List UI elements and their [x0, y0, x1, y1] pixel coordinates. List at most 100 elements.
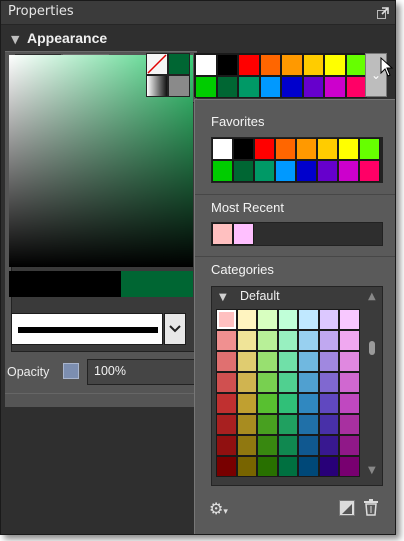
category-swatch[interactable]: [236, 330, 257, 351]
category-swatch[interactable]: [339, 435, 360, 456]
category-swatch[interactable]: [216, 351, 237, 372]
category-swatch[interactable]: [298, 351, 319, 372]
color-swatch[interactable]: [216, 76, 238, 98]
category-swatch[interactable]: [318, 456, 339, 477]
category-swatch[interactable]: [257, 393, 278, 414]
category-swatch[interactable]: [339, 393, 360, 414]
category-swatch[interactable]: [318, 414, 339, 435]
category-swatch[interactable]: [318, 330, 339, 351]
favorite-swatch[interactable]: [359, 138, 380, 160]
category-swatch[interactable]: [277, 330, 298, 351]
favorite-swatch[interactable]: [296, 138, 317, 160]
color-swatch[interactable]: [281, 76, 303, 98]
color-swatch[interactable]: [302, 76, 324, 98]
category-swatch[interactable]: [277, 456, 298, 477]
category-swatch[interactable]: [277, 372, 298, 393]
category-swatch[interactable]: [298, 372, 319, 393]
opacity-icon[interactable]: [63, 363, 79, 379]
favorite-swatch[interactable]: [254, 138, 275, 160]
favorite-swatch[interactable]: [296, 160, 317, 182]
popout-icon[interactable]: [377, 7, 389, 19]
color-swatch[interactable]: [259, 76, 281, 98]
mini-no-brush-swatch[interactable]: [146, 53, 168, 75]
add-swatch-button[interactable]: [339, 500, 355, 516]
category-swatch[interactable]: [257, 351, 278, 372]
color-swatch[interactable]: [345, 76, 367, 98]
color-swatch[interactable]: [259, 54, 281, 76]
favorite-swatch[interactable]: [212, 160, 233, 182]
category-swatch[interactable]: [298, 414, 319, 435]
scroll-down-icon[interactable]: ▼: [368, 465, 376, 476]
favorite-swatch[interactable]: [233, 160, 254, 182]
category-swatch[interactable]: [257, 372, 278, 393]
category-swatch[interactable]: [257, 456, 278, 477]
category-swatch[interactable]: [318, 435, 339, 456]
category-swatch[interactable]: [277, 435, 298, 456]
category-swatch[interactable]: [236, 393, 257, 414]
mini-image-swatch[interactable]: [168, 75, 190, 97]
color-swatch[interactable]: [195, 76, 217, 98]
favorite-swatch[interactable]: [212, 138, 233, 160]
favorite-swatch[interactable]: [359, 160, 380, 182]
category-swatch[interactable]: [236, 309, 257, 330]
category-swatch[interactable]: [216, 456, 237, 477]
color-swatch[interactable]: [238, 54, 260, 76]
color-swatch[interactable]: [281, 54, 303, 76]
category-scrollbar[interactable]: ▲ ▼: [364, 289, 380, 483]
collapse-triangle-icon[interactable]: ▼: [11, 33, 19, 46]
category-swatch[interactable]: [298, 456, 319, 477]
color-swatch[interactable]: [324, 76, 346, 98]
category-swatch[interactable]: [216, 309, 237, 330]
category-swatch[interactable]: [339, 351, 360, 372]
category-swatch[interactable]: [277, 351, 298, 372]
category-swatch[interactable]: [257, 330, 278, 351]
category-swatch[interactable]: [318, 351, 339, 372]
favorite-swatch[interactable]: [275, 138, 296, 160]
favorite-swatch[interactable]: [254, 160, 275, 182]
favorite-swatch[interactable]: [317, 160, 338, 182]
settings-button[interactable]: ⚙▾: [209, 499, 243, 519]
opacity-input[interactable]: 100%: [87, 359, 195, 385]
mini-solid-swatch[interactable]: [168, 53, 190, 75]
category-swatch[interactable]: [318, 393, 339, 414]
category-swatch[interactable]: [298, 393, 319, 414]
color-swatch[interactable]: [345, 54, 367, 76]
favorite-swatch[interactable]: [233, 138, 254, 160]
category-swatch[interactable]: [339, 372, 360, 393]
category-swatch[interactable]: [257, 309, 278, 330]
stroke-style-preview[interactable]: [11, 313, 163, 345]
category-swatch[interactable]: [298, 435, 319, 456]
recent-swatch[interactable]: [233, 223, 254, 245]
collapse-triangle-icon[interactable]: ▼: [219, 292, 227, 303]
category-swatch[interactable]: [257, 435, 278, 456]
category-swatch[interactable]: [277, 393, 298, 414]
recent-swatch[interactable]: [212, 223, 233, 245]
favorite-swatch[interactable]: [338, 160, 359, 182]
category-swatch[interactable]: [277, 414, 298, 435]
favorite-swatch[interactable]: [338, 138, 359, 160]
appearance-section-header[interactable]: ▼ Appearance: [5, 29, 197, 51]
category-swatch[interactable]: [339, 330, 360, 351]
category-swatch[interactable]: [216, 372, 237, 393]
current-color-swatch[interactable]: [121, 271, 193, 297]
category-swatch[interactable]: [216, 393, 237, 414]
color-swatch[interactable]: [302, 54, 324, 76]
favorite-swatch[interactable]: [275, 160, 296, 182]
category-swatch[interactable]: [236, 414, 257, 435]
previous-color-swatch[interactable]: [9, 271, 121, 297]
category-swatch[interactable]: [298, 309, 319, 330]
category-swatch[interactable]: [339, 309, 360, 330]
category-swatch[interactable]: [298, 330, 319, 351]
category-swatch[interactable]: [318, 309, 339, 330]
category-swatch[interactable]: [339, 456, 360, 477]
panel-title-bar[interactable]: Properties: [1, 1, 395, 25]
delete-button[interactable]: [363, 498, 381, 518]
category-swatch[interactable]: [277, 309, 298, 330]
category-swatch[interactable]: [216, 414, 237, 435]
mini-gradient-swatch[interactable]: [146, 75, 168, 97]
category-swatch[interactable]: [236, 456, 257, 477]
color-swatch[interactable]: [238, 76, 260, 98]
stroke-dropdown-button[interactable]: [164, 313, 186, 345]
category-swatch[interactable]: [236, 351, 257, 372]
category-swatch[interactable]: [236, 435, 257, 456]
